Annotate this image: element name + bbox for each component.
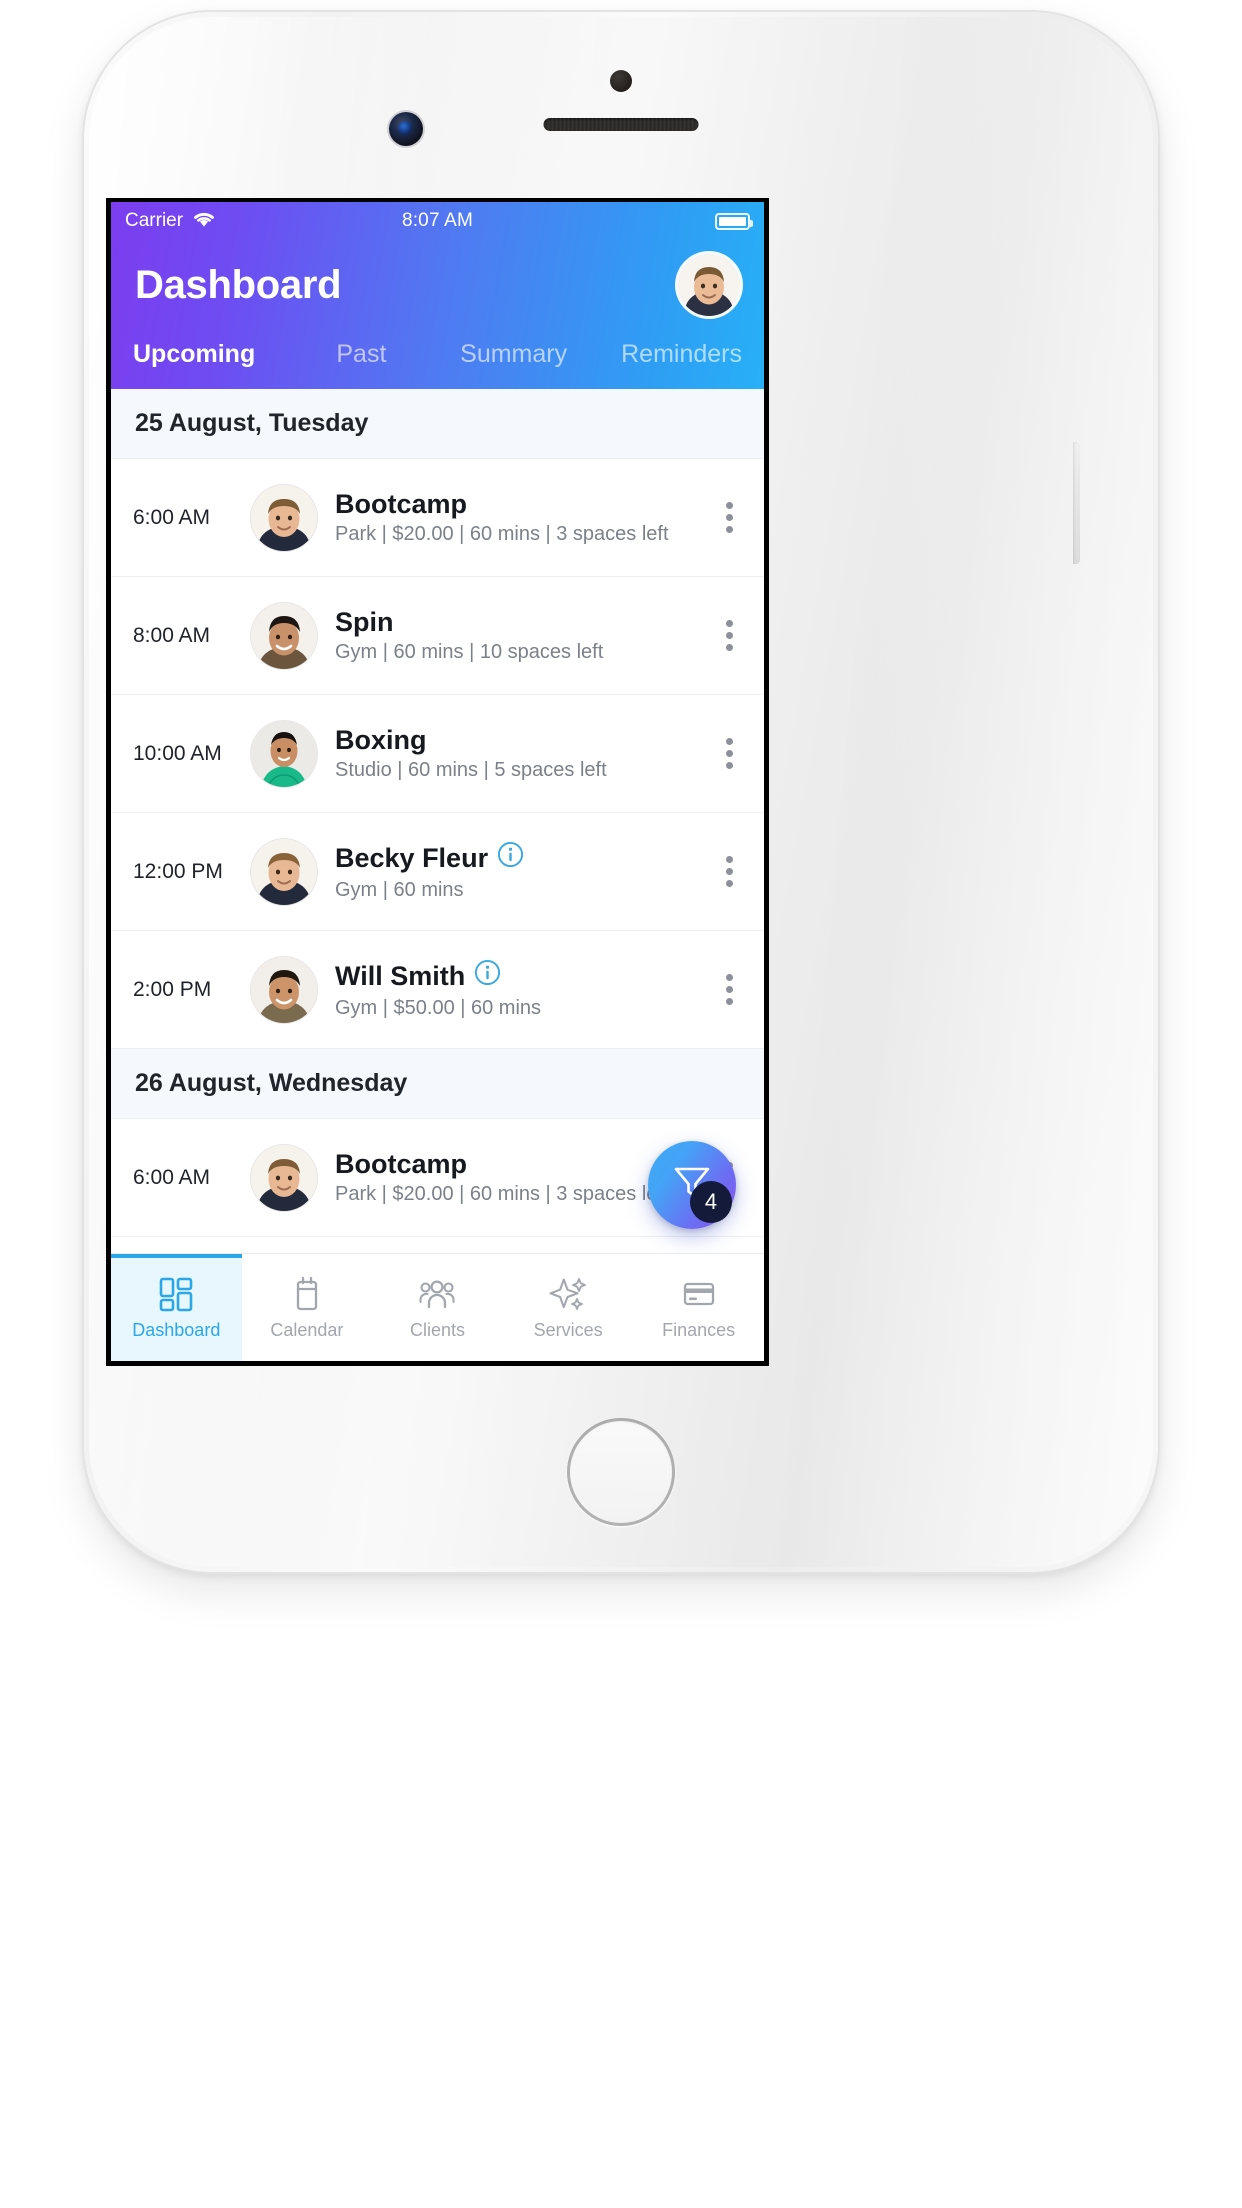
earpiece-speaker [543, 118, 699, 131]
nav-item-services[interactable]: Services [503, 1254, 634, 1361]
appointment-title: Will Smith [335, 960, 466, 991]
appointment-avatar [251, 602, 317, 669]
appointment-avatar [251, 1144, 317, 1211]
header-title-row: Dashboard [111, 238, 764, 318]
tab-upcoming[interactable]: Upcoming [133, 340, 285, 369]
nav-item-finances[interactable]: Finances [633, 1254, 764, 1361]
appointment-title-wrap: Boxing [335, 725, 712, 756]
dashboard-grid-icon [156, 1274, 196, 1314]
home-button[interactable] [567, 1418, 675, 1526]
nav-item-clients[interactable]: Clients [372, 1254, 503, 1361]
calendar-icon [287, 1274, 327, 1314]
row-overflow-menu-icon[interactable] [712, 502, 746, 533]
tab-summary[interactable]: Summary [438, 340, 590, 369]
appointment-title-wrap: Will Smith [335, 959, 712, 993]
appointment-main: Will Smith Gym | $50.00 | 60 mins [335, 959, 712, 1019]
appointment-time: 8:00 AM [133, 623, 211, 647]
status-bar-clock: 8:07 AM [401, 210, 474, 231]
nav-label-calendar: Calendar [270, 1320, 344, 1340]
row-overflow-menu-icon[interactable] [712, 974, 746, 1005]
appointment-title: Boxing [335, 724, 427, 755]
appointment-time: 6:00 AM [133, 505, 211, 529]
appointment-details: Gym | $50.00 | 60 mins [335, 996, 542, 1019]
appointment-title-wrap: Bootcamp [335, 489, 712, 520]
appointment-time: 12:00 PM [133, 859, 223, 883]
app-screen: Carrier 8:07 AM Dashboard Upcoming Past … [111, 202, 764, 1361]
appointment-main: Bootcamp Park | $20.00 | 60 mins | 3 spa… [335, 489, 712, 546]
page-title: Dashboard [135, 263, 342, 307]
appointment-row[interactable]: 10:00 AM Boxing Studio | 60 mins | 5 spa… [111, 695, 764, 813]
appointment-avatar [251, 720, 317, 787]
appointment-avatar [251, 838, 317, 905]
screen-bezel: Carrier 8:07 AM Dashboard Upcoming Past … [106, 198, 769, 1366]
nav-label-services: Services [533, 1320, 603, 1340]
info-icon[interactable] [497, 841, 524, 875]
bottom-navigation: Dashboard Calendar Clients Services Fina… [111, 1253, 764, 1361]
nav-label-finances: Finances [662, 1320, 736, 1340]
app-header: Carrier 8:07 AM Dashboard Upcoming Past … [111, 202, 764, 389]
appointment-details: Studio | 60 mins | 5 spaces left [335, 759, 607, 782]
nav-label-clients: Clients [409, 1320, 465, 1340]
nav-item-calendar[interactable]: Calendar [242, 1254, 373, 1361]
filter-fab-button[interactable]: 4 [648, 1141, 736, 1229]
appointment-avatar [251, 956, 317, 1023]
row-overflow-menu-icon[interactable] [712, 738, 746, 769]
appointment-row[interactable]: 12:00 PM Becky Fleur Gym | 60 mins [111, 813, 764, 931]
row-overflow-menu-icon[interactable] [712, 856, 746, 887]
screenshot-stage: Carrier 8:07 AM Dashboard Upcoming Past … [0, 0, 1242, 2208]
status-bar-right [715, 212, 753, 230]
appointment-title-wrap: Becky Fleur [335, 841, 712, 875]
tab-reminders[interactable]: Reminders [590, 340, 742, 369]
appointment-time: 2:00 PM [133, 977, 212, 1001]
date-header: 26 August, Wednesday [111, 1049, 764, 1119]
appointment-details: Park | $20.00 | 60 mins | 3 spaces left [335, 523, 669, 546]
appointment-time: 10:00 AM [133, 741, 222, 765]
proximity-sensor-icon [610, 70, 632, 92]
tab-past[interactable]: Past [285, 340, 437, 369]
appointment-details: Gym | 60 mins | 10 spaces left [335, 641, 604, 664]
header-tabs: Upcoming Past Summary Reminders [111, 318, 764, 389]
info-icon[interactable] [474, 959, 501, 993]
people-group-icon [417, 1274, 457, 1314]
appointment-row[interactable]: 8:00 AM Spin Gym | 60 mins | 10 spaces l… [111, 577, 764, 695]
date-header: 25 August, Tuesday [111, 389, 764, 459]
appointment-main: Becky Fleur Gym | 60 mins [335, 841, 712, 901]
status-bar: Carrier 8:07 AM [111, 202, 764, 238]
appointment-title: Becky Fleur [335, 842, 489, 873]
appointment-main: Boxing Studio | 60 mins | 5 spaces left [335, 725, 712, 782]
appointments-list[interactable]: 25 August, Tuesday 6:00 AM Bootcamp Park… [111, 389, 764, 1253]
appointment-row[interactable]: 6:00 AM Bootcamp Park | $20.00 | 60 mins… [111, 459, 764, 577]
appointment-details: Gym | 60 mins [335, 878, 464, 901]
front-camera-icon [389, 112, 423, 146]
battery-full-icon [715, 212, 753, 230]
appointment-title: Bootcamp [335, 1148, 468, 1179]
credit-card-icon [679, 1274, 719, 1314]
filter-count-badge: 4 [690, 1181, 732, 1223]
row-overflow-menu-icon[interactable] [712, 620, 746, 651]
appointment-avatar [251, 484, 317, 551]
nav-label-dashboard: Dashboard [132, 1320, 221, 1340]
appointment-row[interactable]: 2:00 PM Will Smith Gym | $50.00 | 60 min… [111, 931, 764, 1049]
profile-avatar[interactable] [678, 254, 740, 316]
appointment-time: 6:00 AM [133, 1165, 211, 1189]
appointment-title-wrap: Spin [335, 607, 712, 638]
appointment-title: Spin [335, 606, 394, 637]
nav-item-dashboard[interactable]: Dashboard [111, 1254, 242, 1361]
sparkles-icon [548, 1274, 588, 1314]
power-button[interactable] [1073, 442, 1080, 564]
appointment-main: Spin Gym | 60 mins | 10 spaces left [335, 607, 712, 664]
appointment-title: Bootcamp [335, 488, 468, 519]
